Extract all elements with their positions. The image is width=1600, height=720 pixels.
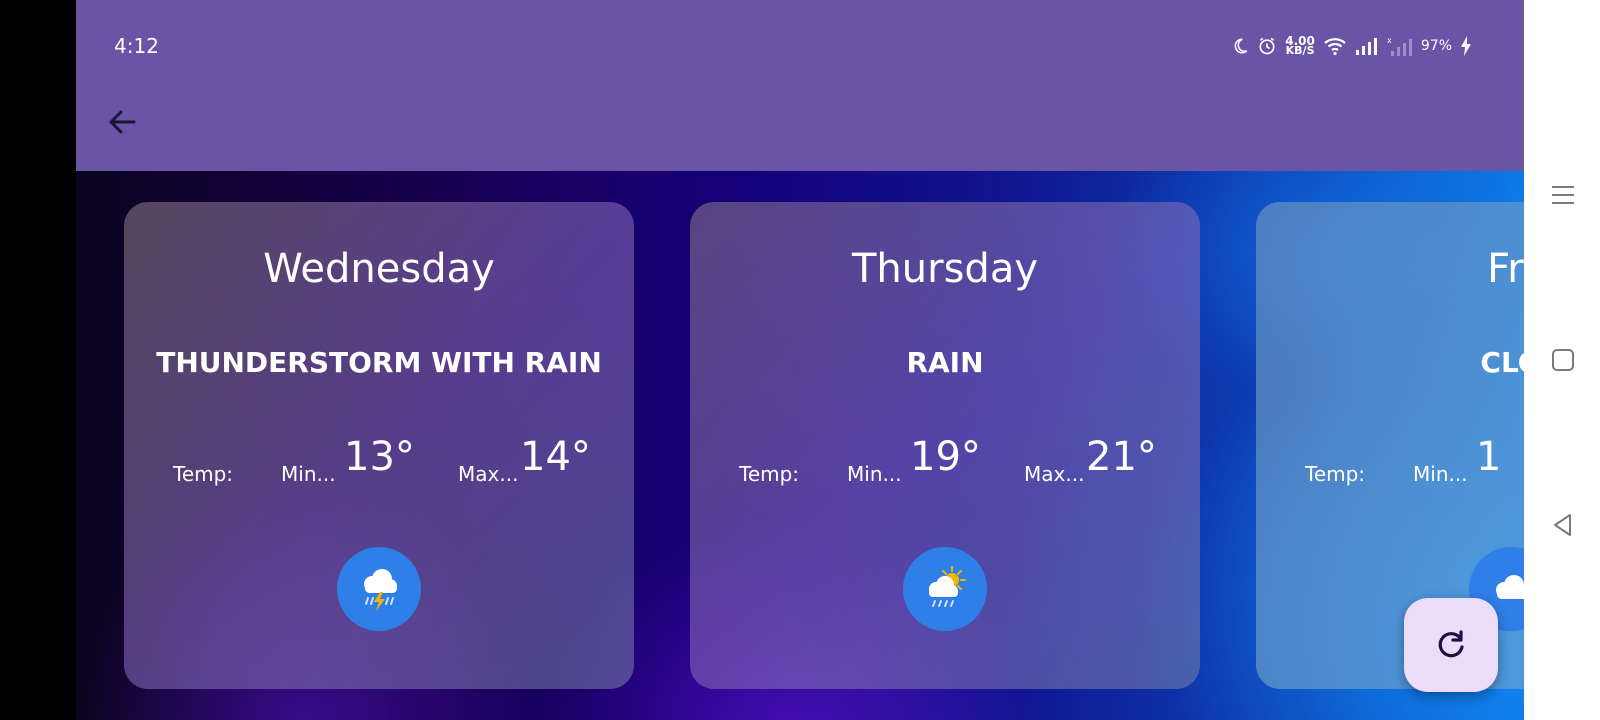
signal-no-service-icon: x (1387, 36, 1412, 56)
forecast-card-wednesday[interactable]: Wednesday THUNDERSTORM WITH RAIN Temp: M… (124, 202, 634, 689)
forecast-card-thursday[interactable]: Thursday RAIN Temp: Min... 19° Max... 21… (690, 202, 1200, 689)
thunderstorm-icon (364, 569, 397, 611)
charging-bolt-icon (1461, 36, 1471, 56)
min-temp: 1 (1476, 434, 1502, 480)
min-label: Min... (1413, 462, 1468, 486)
recents-button[interactable] (1548, 180, 1578, 210)
wifi-icon (1324, 38, 1346, 56)
card-day: Wednesday (263, 246, 495, 292)
menu-icon (1552, 186, 1574, 204)
refresh-button[interactable] (1404, 598, 1498, 692)
network-speed: 4.00 KB/S (1285, 35, 1315, 57)
refresh-icon (1438, 630, 1464, 658)
min-temp: 13° (344, 434, 415, 480)
moon-icon (1234, 38, 1248, 54)
max-label: Max... (458, 462, 519, 486)
back-triangle-icon (1554, 514, 1571, 536)
system-back-button[interactable] (1548, 510, 1578, 540)
weather-icon-badge (903, 547, 987, 631)
arrow-left-icon (109, 110, 136, 134)
min-temp: 19° (910, 434, 981, 480)
battery-percent: 97% (1420, 38, 1452, 54)
max-temp: 21° (1086, 434, 1157, 480)
status-icons: 4.00 KB/S x 97% (1231, 34, 1472, 58)
home-square-icon (1552, 349, 1574, 371)
sun-rain-icon (929, 566, 966, 607)
app-bar: 4:12 4.00 KB/S x 97% (76, 0, 1524, 171)
weather-app: 4:12 4.00 KB/S x 97% Wednesday THUNDERST… (76, 0, 1524, 720)
min-label: Min... (847, 462, 902, 486)
card-day: Thursday (852, 246, 1038, 292)
forecast-carousel[interactable]: Wednesday THUNDERSTORM WITH RAIN Temp: M… (76, 171, 1524, 720)
temp-label: Temp: (739, 462, 800, 486)
status-time: 4:12 (114, 34, 159, 58)
home-button[interactable] (1548, 345, 1578, 375)
temp-label: Temp: (173, 462, 234, 486)
system-nav-bar (1524, 0, 1600, 720)
max-label: Max... (1024, 462, 1085, 486)
card-condition: RAIN (906, 346, 984, 379)
signal-icon (1355, 38, 1377, 55)
card-day: Fri (1487, 246, 1524, 292)
temp-label: Temp: (1305, 462, 1366, 486)
alarm-icon (1259, 37, 1275, 55)
svg-text:x: x (1387, 36, 1392, 45)
min-label: Min... (281, 462, 336, 486)
back-button[interactable] (104, 104, 140, 140)
max-temp: 14° (520, 434, 591, 480)
weather-icon-badge (337, 547, 421, 631)
left-black-strip (0, 0, 76, 720)
network-speed-unit: KB/S (1285, 44, 1315, 57)
card-condition: THUNDERSTORM WITH RAIN (156, 346, 602, 379)
screen: 4:12 4.00 KB/S x 97% Wednesday THUNDERST… (0, 0, 1600, 720)
card-condition: CLO (1480, 346, 1524, 379)
